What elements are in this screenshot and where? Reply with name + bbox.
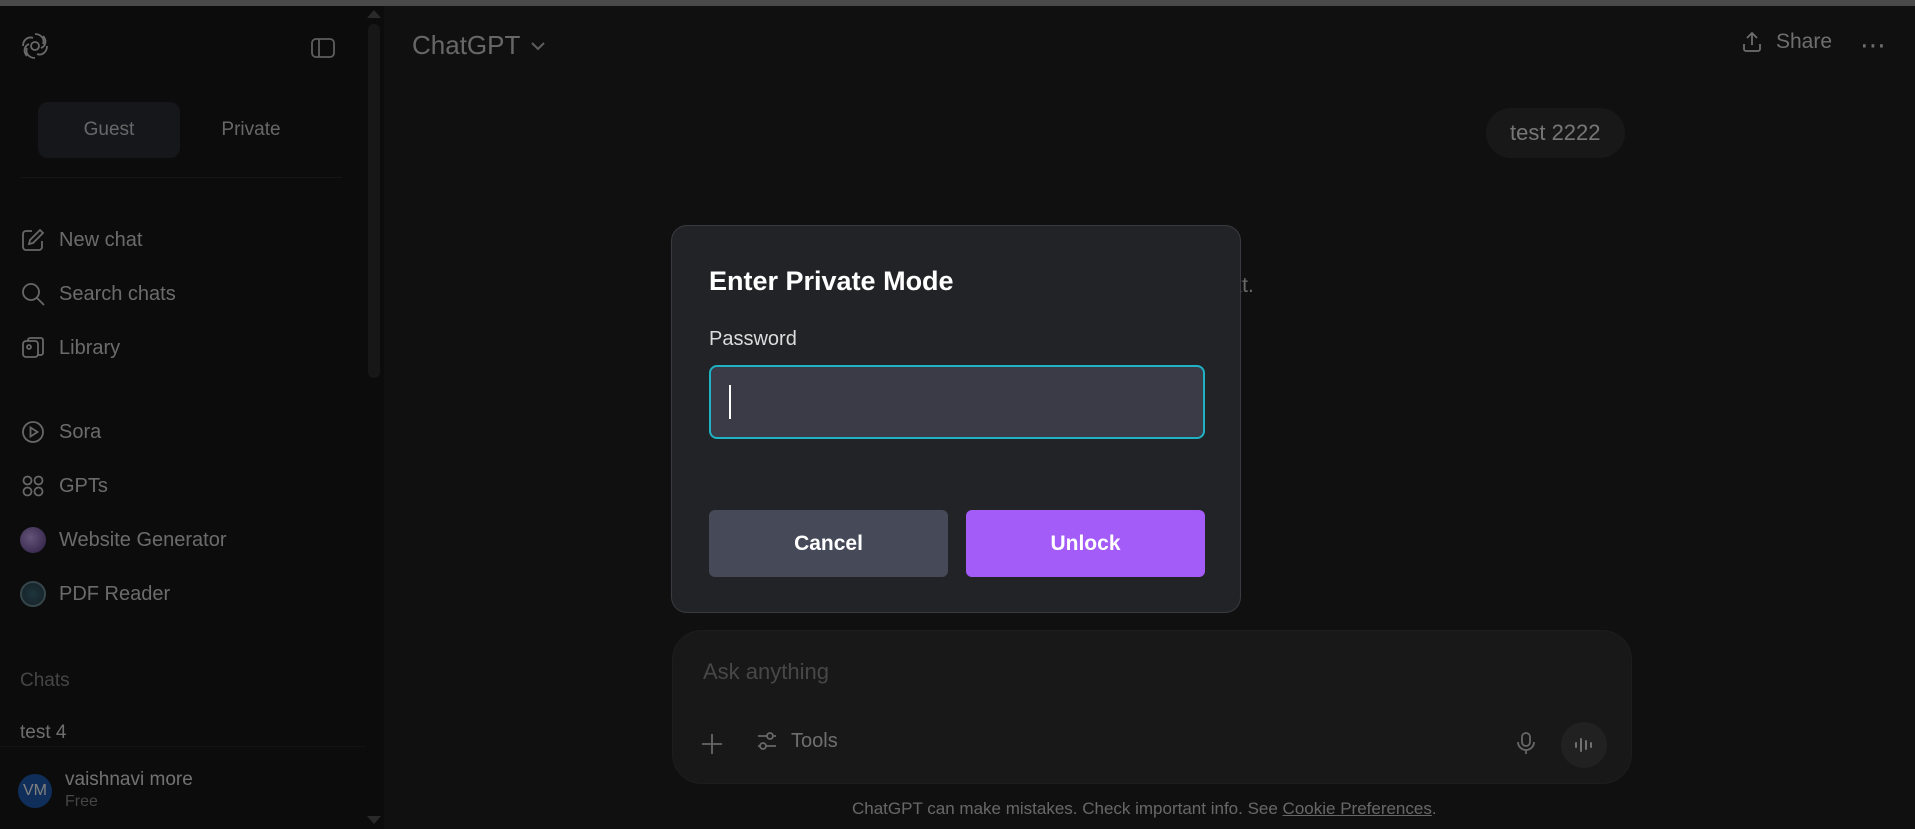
private-mode-dialog: Enter Private Mode Password Cancel Unloc… [671,225,1241,613]
dialog-title: Enter Private Mode [709,266,954,296]
unlock-button[interactable]: Unlock [966,510,1205,577]
password-field[interactable] [709,365,1205,439]
password-label: Password [709,328,797,350]
text-cursor [729,385,731,419]
cancel-button[interactable]: Cancel [709,510,948,577]
window-top-border [0,0,1915,6]
